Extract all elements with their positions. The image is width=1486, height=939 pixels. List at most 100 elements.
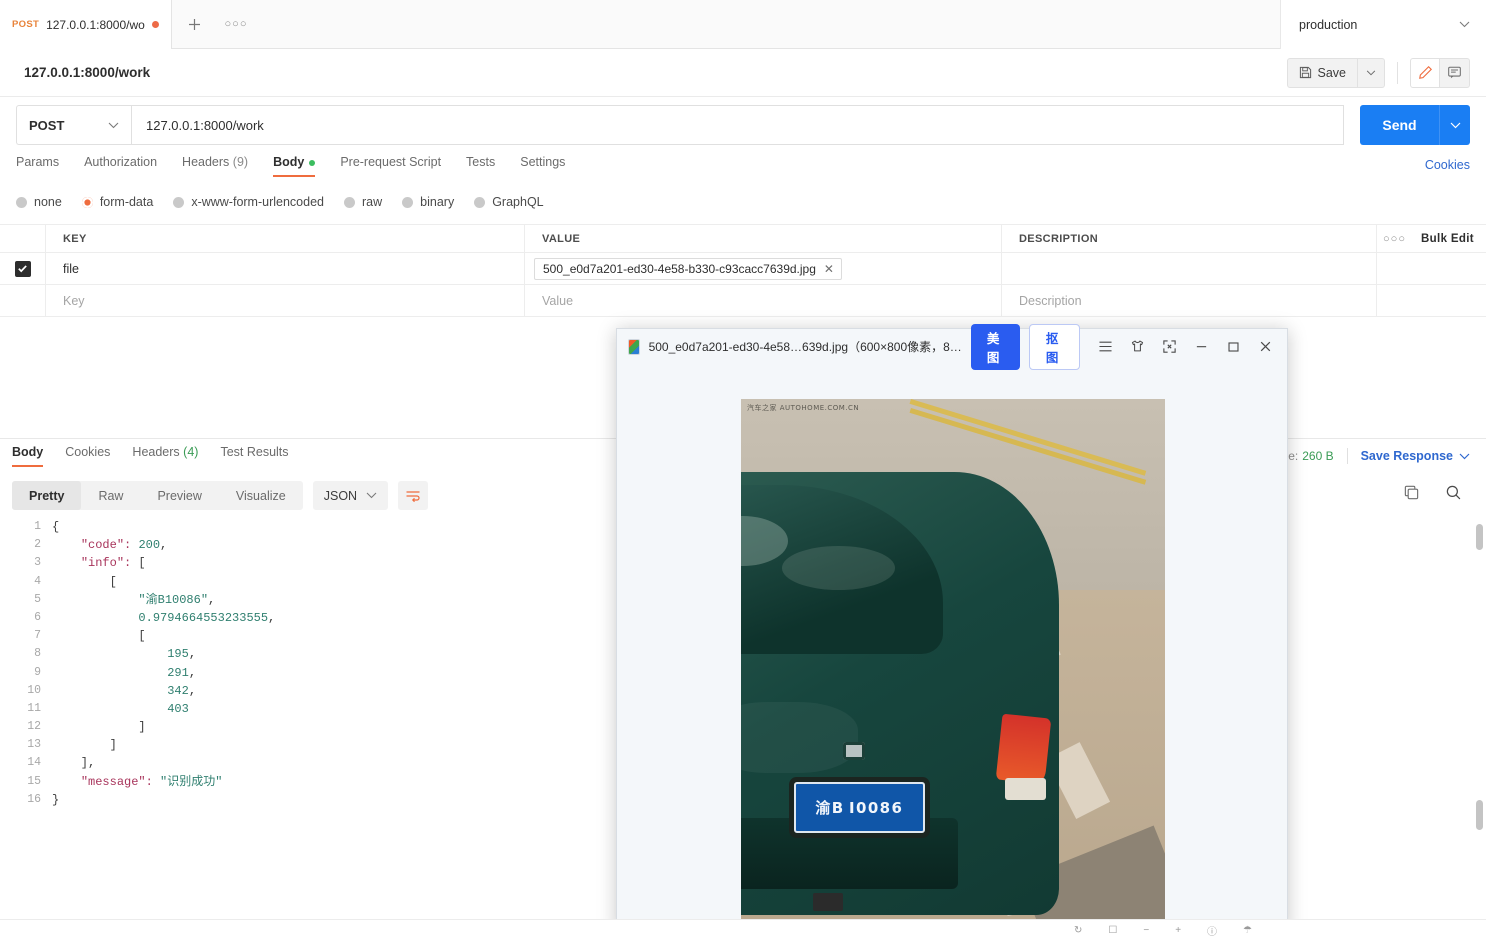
info-icon[interactable]: ⓘ <box>1207 923 1217 938</box>
line-number: 5 <box>34 592 41 606</box>
image-viewer-titlebar[interactable]: 500_e0d7a201-ed30-4e58…639d.jpg（600×800像… <box>617 323 1287 370</box>
radio-icon <box>173 196 185 208</box>
body-type-graphql[interactable]: GraphQL <box>474 195 544 209</box>
file-chip[interactable]: 500_e0d7a201-ed30-4e58-b330-c93cacc7639d… <box>534 257 842 280</box>
format-raw[interactable]: Raw <box>81 481 140 510</box>
tab-headers-label: Headers <box>182 155 230 169</box>
line-number: 14 <box>27 756 41 770</box>
row-more-button[interactable] <box>1376 253 1412 284</box>
url-input[interactable]: 127.0.0.1:8000/work <box>131 105 1344 145</box>
tab-body[interactable]: Body <box>273 155 316 177</box>
new-row-key-input[interactable]: Key <box>46 285 525 316</box>
table-more-button[interactable]: ○○○ <box>1376 225 1412 252</box>
tab-settings-label: Settings <box>520 155 566 169</box>
edit-button[interactable] <box>1410 57 1440 88</box>
image-viewer-bottom-toolbar[interactable]: ↻ ☐ − + ⓘ ☂ <box>1060 921 1486 939</box>
response-tab-headers[interactable]: Headers (4) <box>132 445 198 467</box>
page-title: 127.0.0.1:8000/work <box>24 65 151 80</box>
tab-params[interactable]: Params <box>16 155 59 177</box>
line-number: 12 <box>27 720 41 734</box>
code-text: "message": "识别成功" <box>80 774 223 789</box>
bulk-edit-button[interactable]: Bulk Edit <box>1412 225 1486 252</box>
line-number: 8 <box>34 647 41 661</box>
response-tab-cookies[interactable]: Cookies <box>65 445 110 467</box>
response-tab-test-results[interactable]: Test Results <box>220 445 288 467</box>
body-type-urlencoded[interactable]: x-www-form-urlencoded <box>173 195 324 209</box>
tab-more-button[interactable]: ○○○ <box>216 0 256 48</box>
copy-icon[interactable] <box>1403 484 1420 501</box>
body-type-binary[interactable]: binary <box>402 195 454 209</box>
request-tab[interactable]: POST 127.0.0.1:8000/work <box>0 0 172 49</box>
new-row-more-button[interactable] <box>1376 285 1412 316</box>
response-size-value: 260 B <box>1302 449 1334 463</box>
wrap-lines-button[interactable] <box>398 481 429 510</box>
response-language-select[interactable]: JSON <box>312 481 389 510</box>
car-photo[interactable]: 渝B I0086 汽车之家 AUTOHOME.COM.CN 汽车之家 AUTOH… <box>741 399 1165 939</box>
tab-method-label: POST <box>12 19 40 30</box>
shirt-icon[interactable] <box>1121 331 1153 363</box>
tab-settings[interactable]: Settings <box>520 155 565 177</box>
table-header-row: KEY VALUE DESCRIPTION ○○○ Bulk Edit <box>0 224 1486 253</box>
body-type-raw[interactable]: raw <box>344 195 382 209</box>
scrollbar-thumb[interactable] <box>1476 800 1483 830</box>
response-format-segmented: Pretty Raw Preview Visualize <box>12 481 303 510</box>
save-label: Save <box>1317 65 1347 80</box>
send-options-button[interactable] <box>1439 105 1470 145</box>
zoom-in-icon[interactable]: + <box>1175 925 1181 936</box>
table-row: file 500_e0d7a201-ed30-4e58-b330-c93cacc… <box>0 253 1486 285</box>
format-pretty[interactable]: Pretty <box>12 481 82 510</box>
image-viewer-window[interactable]: 500_e0d7a201-ed30-4e58…639d.jpg（600×800像… <box>616 323 1288 939</box>
format-visualize[interactable]: Visualize <box>219 481 303 510</box>
crop-icon[interactable]: ☐ <box>1108 925 1117 936</box>
row-bulk-spacer <box>1412 253 1486 284</box>
tab-tests[interactable]: Tests <box>466 155 495 177</box>
scrollbar-thumb-top[interactable] <box>1476 524 1483 550</box>
send-button[interactable]: Send <box>1360 105 1439 145</box>
new-row-description-input[interactable]: Description <box>1002 285 1376 316</box>
delete-icon[interactable]: ☂ <box>1243 925 1252 936</box>
row-checkbox-cell <box>0 285 46 316</box>
body-type-binary-label: binary <box>420 195 455 209</box>
honda-emblem <box>842 742 865 761</box>
response-scrollbar[interactable] <box>1476 518 1483 918</box>
http-method-select[interactable]: POST <box>16 105 131 145</box>
zoom-out-icon[interactable]: − <box>1143 925 1149 936</box>
row-enabled-checkbox[interactable] <box>14 260 31 277</box>
format-preview[interactable]: Preview <box>140 481 218 510</box>
environment-selector[interactable]: production <box>1280 0 1486 49</box>
chevron-down-icon[interactable] <box>1459 453 1470 460</box>
code-text: 291, <box>167 665 197 680</box>
environment-name: production <box>1299 17 1358 32</box>
comment-icon <box>1447 65 1462 80</box>
body-type-form-data[interactable]: form-data <box>81 195 153 209</box>
tab-pre-request-script[interactable]: Pre-request Script <box>340 155 441 177</box>
rotate-icon[interactable]: ↻ <box>1074 925 1082 936</box>
meitu-button[interactable]: 美图 <box>970 323 1020 370</box>
comment-button[interactable] <box>1440 57 1470 88</box>
tab-authorization[interactable]: Authorization <box>84 155 157 177</box>
new-tab-button[interactable] <box>172 0 216 48</box>
save-button[interactable]: Save <box>1286 57 1358 88</box>
save-response-button[interactable]: Save Response <box>1361 449 1453 463</box>
remove-file-icon[interactable]: ✕ <box>824 262 834 276</box>
line-number: 3 <box>34 556 41 570</box>
row-description-input[interactable] <box>1002 253 1376 284</box>
close-icon[interactable] <box>1249 331 1281 363</box>
koutu-button[interactable]: 抠图 <box>1028 323 1080 370</box>
maximize-icon[interactable] <box>1217 331 1249 363</box>
save-options-button[interactable] <box>1358 57 1385 88</box>
new-row-bulk-spacer <box>1412 285 1486 316</box>
body-type-none[interactable]: none <box>16 195 62 209</box>
body-type-none-label: none <box>34 195 62 209</box>
minimize-icon[interactable] <box>1185 331 1217 363</box>
tab-headers[interactable]: Headers (9) <box>182 155 248 177</box>
body-type-urlencoded-label: x-www-form-urlencoded <box>191 195 324 209</box>
new-row-value-input[interactable]: Value <box>525 285 1002 316</box>
response-tab-body[interactable]: Body <box>12 445 44 467</box>
menu-icon[interactable] <box>1089 331 1121 363</box>
search-icon[interactable] <box>1445 484 1462 501</box>
cookies-link[interactable]: Cookies <box>1425 158 1470 172</box>
row-key-input[interactable]: file <box>46 253 525 284</box>
radio-icon <box>81 196 93 208</box>
fullscreen-icon[interactable] <box>1153 331 1185 363</box>
